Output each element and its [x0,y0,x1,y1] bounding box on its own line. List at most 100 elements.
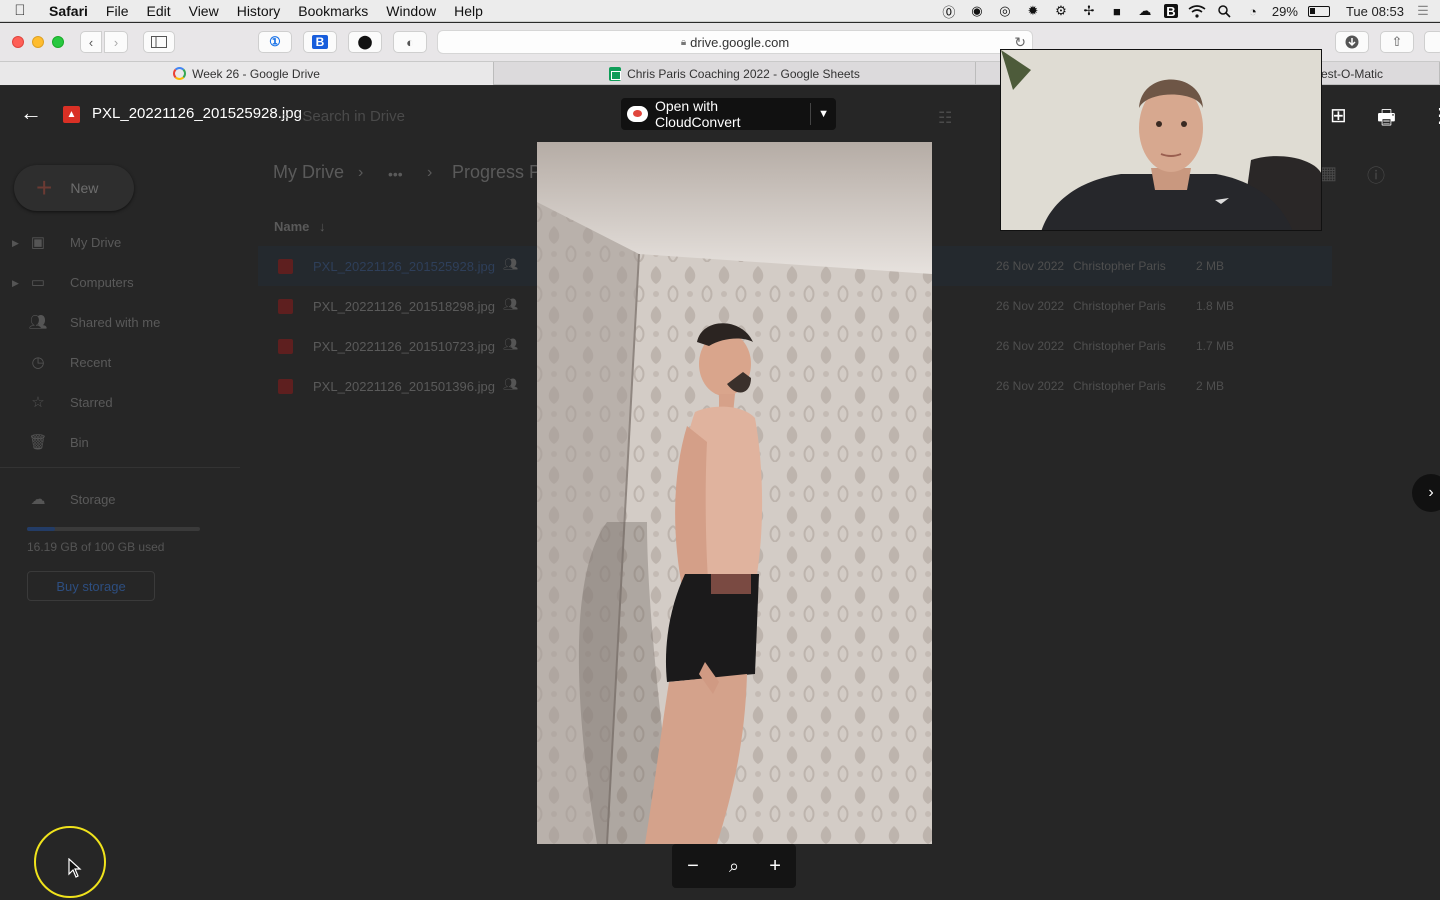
file-owner: Christopher Paris [1073,299,1166,313]
time-machine-icon[interactable]: ◔ [1244,4,1262,19]
menu-history[interactable]: History [228,3,290,19]
tab-google-sheets[interactable]: Chris Paris Coaching 2022 - Google Sheet… [494,62,976,85]
buy-storage-button[interactable]: Buy storage [27,571,155,601]
1password-extension-icon[interactable]: ① [258,31,292,53]
battery-icon[interactable] [1307,5,1330,17]
shared-icon: 👥︎ [503,297,519,311]
column-name-header[interactable]: Name [274,219,309,234]
webcam-video [1001,50,1321,230]
close-window-button[interactable] [12,36,24,48]
cloud-status-icon[interactable]: ☁ [1136,3,1154,18]
image-file-icon [278,379,293,394]
creative-cloud-icon[interactable]: ◎ [996,3,1014,18]
file-size: 1.8 MB [1196,299,1235,313]
new-button[interactable]: + New [14,165,134,211]
menu-view[interactable]: View [180,3,228,19]
open-with-dropdown-icon[interactable]: ▼ [811,108,836,120]
menu-help[interactable]: Help [445,3,492,19]
sort-arrow-icon[interactable]: ↓ [319,219,326,234]
menu-app-name[interactable]: Safari [40,3,97,19]
sidebar-item-label: Storage [70,491,116,507]
image-file-icon [278,259,293,274]
image-file-icon [278,299,293,314]
more-options-icon[interactable]: ⋮ [1430,103,1440,128]
menu-file[interactable]: File [97,3,138,19]
sidebar-item-bin[interactable]: 🗑︎ Bin [28,432,88,452]
wifi-icon[interactable] [1188,4,1206,18]
menu-window[interactable]: Window [377,3,445,19]
sidebar-item-label: Recent [70,354,112,370]
sidebar-item-storage[interactable]: ☁ Storage [28,489,116,509]
add-comment-icon[interactable]: ⊞ [1330,103,1347,128]
file-date: 26 Nov 2022 [996,379,1065,393]
minimize-window-button[interactable] [32,36,44,48]
battery-percentage: 29% [1271,3,1298,19]
zoom-out-button[interactable]: − [687,855,699,878]
breadcrumb-more[interactable]: ••• [388,166,403,182]
sidebar-item-shared[interactable]: 👥︎ Shared with me [28,312,160,332]
clock[interactable]: Tue 08:53 [1346,4,1404,19]
search-input[interactable]: ⌕ Search in Drive [280,108,405,125]
zoom-in-button[interactable]: + [769,855,781,878]
grid-view-icon[interactable]: ▦ [1320,163,1337,184]
back-arrow-icon[interactable]: ← [20,100,42,126]
shared-icon: 👥︎ [503,377,519,391]
zoom-reset-icon[interactable]: ⌕ [729,856,739,877]
sidebar-item-recent[interactable]: ◷ Recent [28,352,111,372]
sidebar-toggle-button[interactable] [143,31,175,53]
opera-extension-icon[interactable]: ⬤ [348,31,382,53]
gear-status-icon[interactable]: ⚙ [1052,3,1070,18]
shield-extension-icon[interactable]: ◐ [393,31,427,53]
record-status-icon[interactable]: ◉ [968,3,986,18]
downloads-button[interactable] [1335,31,1369,53]
b-status-icon[interactable]: B [1163,4,1178,19]
forward-button[interactable]: › [104,31,128,53]
file-size: 2 MB [1196,259,1225,273]
back-button[interactable]: ‹ [80,31,102,53]
file-name: PXL_20221126_201510723.jpg [313,339,495,354]
webcam-overlay[interactable] [1000,49,1322,231]
breadcrumb-chevron-icon: › [358,164,364,181]
folder-status-icon[interactable]: ■ [1108,4,1126,19]
sidebar-item-computers[interactable]: ▭ Computers [28,272,134,292]
bitwarden-extension-icon[interactable]: B [303,31,337,53]
breadcrumb-my-drive[interactable]: My Drive [273,162,344,183]
tab-overview-button[interactable] [1424,31,1440,53]
menu-bookmarks[interactable]: Bookmarks [289,3,377,19]
menu-edit[interactable]: Edit [137,3,179,19]
print-icon[interactable]: 🖶︎ [1377,103,1396,137]
expand-caret-icon[interactable]: ▶ [12,278,19,289]
spotlight-search-icon[interactable] [1216,4,1234,18]
zoom-window-button[interactable] [52,36,64,48]
1password-status-icon[interactable]: ⓪ [940,4,958,20]
file-date: 26 Nov 2022 [996,299,1065,313]
image-file-icon: ▲ [63,106,80,123]
clock-icon: ◷ [31,354,45,371]
people-icon: 👥︎ [28,314,48,331]
address-bar[interactable]: 🔒︎ drive.google.com ↻ [437,30,1033,54]
share-button[interactable]: ⇧ [1380,31,1414,53]
filter-icon[interactable]: ☷ [938,108,952,128]
breadcrumb-progress[interactable]: Progress P [452,162,541,183]
sidebar-item-my-drive[interactable]: ▣ My Drive [28,232,121,252]
file-size: 1.7 MB [1196,339,1235,353]
tab-title: Week 26 - Google Drive [192,66,320,81]
sidebar-item-label: Computers [70,274,134,290]
expand-caret-icon[interactable]: ▶ [12,238,19,249]
fan-status-icon[interactable]: ✢ [1080,3,1098,18]
asterisk-status-icon[interactable]: ✹ [1024,3,1042,18]
storage-progress-bar [27,527,200,531]
viewer-file-title: PXL_20221126_201525928.jpg [92,105,302,122]
info-icon[interactable]: ⓘ [1367,162,1385,188]
chevron-right-icon: › [1428,484,1434,501]
notification-center-icon[interactable]: ☰ [1414,3,1432,18]
open-with-button[interactable]: Open with CloudConvert ▼ [621,98,836,130]
tab-google-drive[interactable]: Week 26 - Google Drive [0,62,494,85]
apple-menu-icon[interactable]:  [0,2,40,19]
tab-title: Chris Paris Coaching 2022 - Google Sheet… [627,66,860,81]
sidebar-item-label: Starred [70,394,113,410]
new-label: New [70,180,99,196]
file-date: 26 Nov 2022 [996,339,1065,353]
sidebar-item-starred[interactable]: ☆ Starred [28,392,113,412]
file-size: 2 MB [1196,379,1225,393]
